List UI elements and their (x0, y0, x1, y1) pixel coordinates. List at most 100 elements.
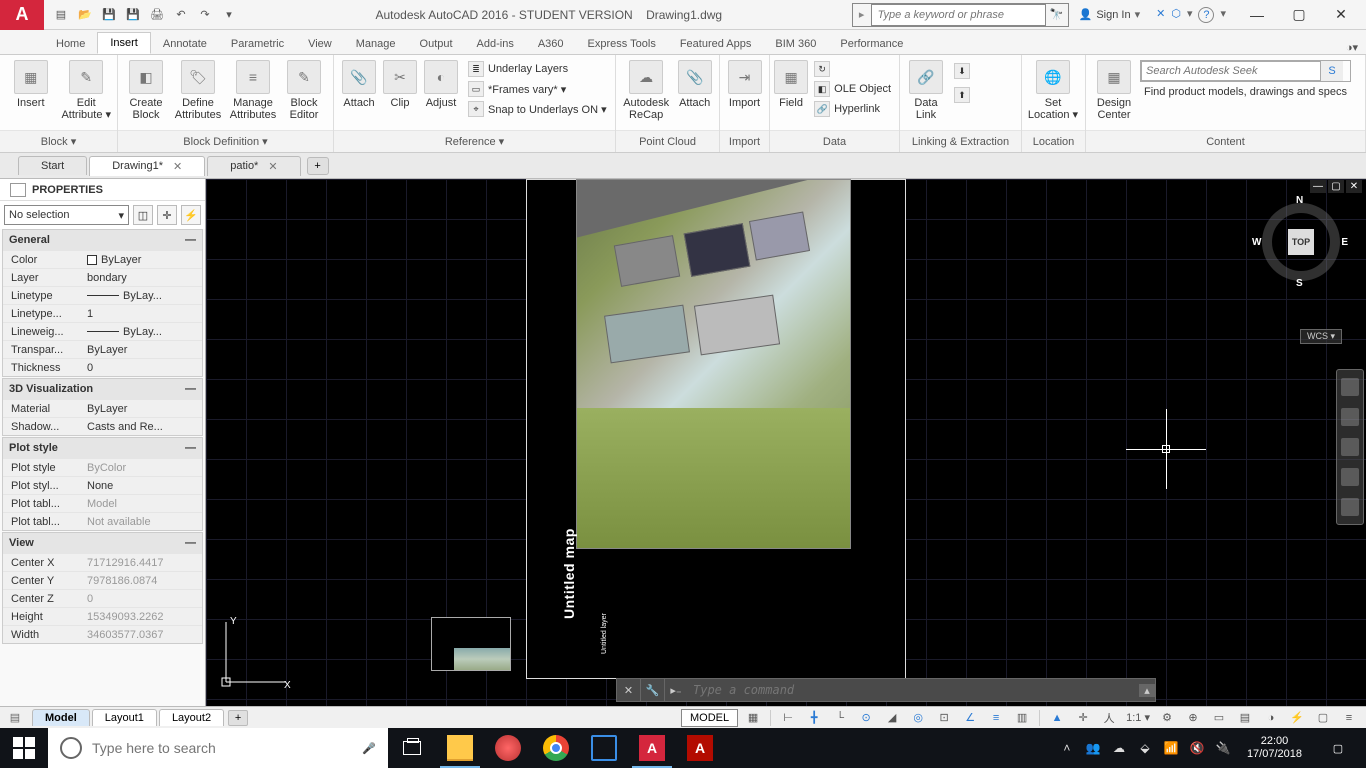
adobe-reader-app[interactable]: A (676, 728, 724, 768)
tray-power-icon[interactable]: 🔌 (1215, 740, 1231, 756)
panel-title[interactable]: Reference ▾ (334, 130, 615, 152)
ribbon-tab-featured-apps[interactable]: Featured Apps (668, 34, 764, 54)
drawing-canvas[interactable]: — ▢ ✕ Untitled map Untitled layer X Y (206, 179, 1366, 706)
ribbon-tab-a360[interactable]: A360 (526, 34, 576, 54)
seek-search-input[interactable] (1141, 61, 1321, 81)
hardware-accel-icon[interactable]: ⚡ (1286, 708, 1308, 728)
frames-vary-button[interactable]: ▭*Frames vary* ▾ (464, 80, 611, 98)
field-button[interactable]: ▦Field (774, 58, 808, 109)
units-icon[interactable]: ▭ (1208, 708, 1230, 728)
set-location-button[interactable]: 🌐Set Location ▾ (1026, 58, 1080, 121)
grid-display-icon[interactable]: ▦ (742, 708, 764, 728)
clean-screen-icon[interactable]: ▢ (1312, 708, 1334, 728)
manage-attributes-button[interactable]: ≡Manage Attributes (226, 58, 280, 121)
workspace-switch-icon[interactable]: ⚙ (1156, 708, 1178, 728)
cmdline-close-icon[interactable]: ✕ (617, 678, 641, 702)
print-icon[interactable]: 🖨 (146, 4, 168, 26)
status-model-button[interactable]: MODEL (681, 709, 738, 727)
viewcube[interactable]: TOP N E S W (1256, 197, 1346, 287)
tray-onedrive-icon[interactable]: ☁ (1111, 740, 1127, 756)
open-icon[interactable]: 📂 (74, 4, 96, 26)
clip-ref-button[interactable]: ✂Clip (382, 58, 418, 109)
signin-button[interactable]: 👤 Sign In ▾ (1073, 8, 1146, 21)
maximize-button[interactable]: ▢ (1278, 1, 1320, 29)
tray-dropbox-icon[interactable]: ⬙ (1137, 740, 1153, 756)
command-line[interactable]: ✕ 🔧 ▸₋ ▴ (616, 678, 1156, 702)
selection-filter[interactable]: No selection▾ (4, 205, 129, 225)
tab-close-icon[interactable]: ✕ (268, 160, 277, 173)
ribbon-tab-insert[interactable]: Insert (97, 32, 151, 54)
property-row[interactable]: Lineweig...ByLay... (3, 322, 202, 340)
app-logo[interactable]: A (0, 0, 44, 30)
tray-people-icon[interactable]: 👥 (1085, 740, 1101, 756)
binoculars-icon[interactable]: 🔭 (1046, 8, 1068, 21)
quick-properties-icon[interactable]: ▤ (1234, 708, 1256, 728)
design-center-button[interactable]: ▦Design Center (1090, 58, 1138, 121)
save-icon[interactable]: 💾 (98, 4, 120, 26)
tab-close-icon[interactable]: ✕ (173, 160, 182, 173)
chrome-app[interactable] (532, 728, 580, 768)
ribbon-tab-output[interactable]: Output (408, 34, 465, 54)
ribbon-tab-parametric[interactable]: Parametric (219, 34, 296, 54)
file-explorer-app[interactable] (436, 728, 484, 768)
property-row[interactable]: Linetype...1 (3, 304, 202, 322)
property-row[interactable]: MaterialByLayer (3, 399, 202, 417)
ortho-icon[interactable]: └ (829, 708, 851, 728)
ribbon-tab-home[interactable]: Home (44, 34, 97, 54)
taskbar-clock[interactable]: 22:00 17/07/2018 (1241, 735, 1308, 761)
ribbon-tab-add-ins[interactable]: Add-ins (465, 34, 526, 54)
exchange-x-icon[interactable]: ✕ (1156, 7, 1165, 23)
action-center-icon[interactable]: ▢ (1318, 742, 1358, 755)
otrack-icon[interactable]: ∠ (959, 708, 981, 728)
polar-icon[interactable]: ⊙ (855, 708, 877, 728)
layout-tab[interactable]: Layout1 (92, 709, 157, 726)
download-from-source-button[interactable]: ⬇ (950, 62, 974, 80)
select-objects-icon[interactable]: ✛ (157, 205, 177, 225)
orbit-icon[interactable] (1341, 468, 1359, 486)
ribbon-tab-bim-360[interactable]: BIM 360 (763, 34, 828, 54)
ribbon-tab-view[interactable]: View (296, 34, 344, 54)
cmdline-customize-icon[interactable]: 🔧 (641, 678, 665, 702)
add-layout-button[interactable]: + (228, 710, 248, 726)
customize-status-icon[interactable]: ≡ (1338, 708, 1360, 728)
show-hide-lineweight-icon[interactable]: ✛ (1072, 708, 1094, 728)
transparency-icon[interactable]: ▥ (1011, 708, 1033, 728)
ole-object-button[interactable]: ◧OLE Object (810, 80, 895, 98)
extract-data-button[interactable]: ⬆ (950, 86, 974, 104)
ribbon-tab-manage[interactable]: Manage (344, 34, 408, 54)
3dosnap-icon[interactable]: ⊡ (933, 708, 955, 728)
snap-underlays-button[interactable]: ⌖Snap to Underlays ON ▾ (464, 100, 611, 118)
new-drawing-tab-button[interactable]: + (307, 157, 329, 175)
property-row[interactable]: Center Z0 (3, 589, 202, 607)
properties-group-header[interactable]: General— (3, 230, 202, 250)
drawing-tab[interactable]: patio*✕ (207, 156, 300, 176)
property-row[interactable]: Center X71712916.4417 (3, 553, 202, 571)
underlay-layers-button[interactable]: ≣Underlay Layers (464, 60, 611, 78)
update-fields-button[interactable]: ↻ (810, 60, 895, 78)
ribbon-tab-express-tools[interactable]: Express Tools (576, 34, 668, 54)
define-attributes-button[interactable]: 🏷Define Attributes (172, 58, 224, 121)
dropdown-icon[interactable]: ▾ (1220, 7, 1226, 23)
drawing-tab[interactable]: Drawing1*✕ (89, 156, 205, 176)
layout-tab[interactable]: Layout2 (159, 709, 224, 726)
new-icon[interactable]: ▤ (50, 4, 72, 26)
create-block-button[interactable]: ◧Create Block (122, 58, 170, 121)
attach-pc-button[interactable]: 📎Attach (674, 58, 715, 109)
attach-ref-button[interactable]: 📎Attach (338, 58, 380, 109)
microphone-icon[interactable]: 🎤 (362, 742, 376, 755)
pan-icon[interactable] (1341, 408, 1359, 426)
recap-button[interactable]: ☁Autodesk ReCap (620, 58, 672, 121)
steering-wheel-icon[interactable] (1341, 378, 1359, 396)
snipping-tool-app[interactable] (484, 728, 532, 768)
hyperlink-button[interactable]: 🔗Hyperlink (810, 100, 895, 118)
property-row[interactable]: ColorByLayer (3, 250, 202, 268)
showmotion-icon[interactable] (1341, 498, 1359, 516)
layout-tab[interactable]: Model (32, 709, 90, 726)
task-view-button[interactable] (388, 728, 436, 768)
wcs-label[interactable]: WCS ▾ (1300, 329, 1342, 344)
adjust-ref-button[interactable]: ◐Adjust (420, 58, 462, 109)
property-row[interactable]: LinetypeByLay... (3, 286, 202, 304)
tray-chevron-icon[interactable]: ˄ (1059, 740, 1075, 756)
property-row[interactable]: Height15349093.2262 (3, 607, 202, 625)
zoom-extents-icon[interactable] (1341, 438, 1359, 456)
